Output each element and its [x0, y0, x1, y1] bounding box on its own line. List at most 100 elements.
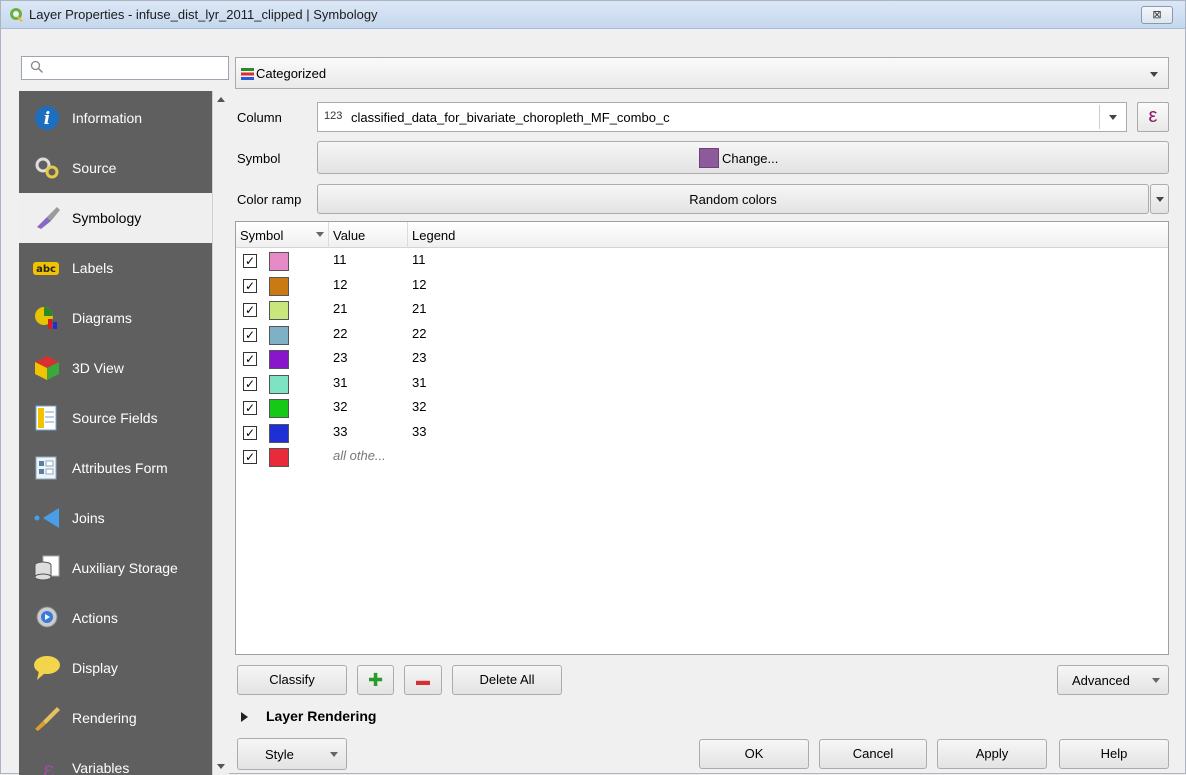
sidebar-item-label: Rendering: [72, 710, 137, 726]
table-row[interactable]: ✓ 22 22: [236, 323, 1168, 348]
renderer-type-value: Categorized: [256, 66, 327, 81]
sidebar-item-information[interactable]: i Information: [19, 93, 212, 143]
row-legend[interactable]: 11: [412, 252, 426, 267]
row-checkbox[interactable]: ✓: [243, 278, 257, 293]
row-symbol-swatch[interactable]: [269, 350, 289, 369]
labels-icon: abc: [33, 262, 59, 275]
delete-category-button[interactable]: ▬: [404, 665, 442, 695]
layer-rendering-toggle[interactable]: Layer Rendering: [266, 708, 376, 724]
header-symbol[interactable]: Symbol: [240, 228, 283, 243]
row-checkbox[interactable]: ✓: [243, 327, 257, 342]
table-row[interactable]: ✓ 21 21: [236, 298, 1168, 323]
table-row[interactable]: ✓ 31 31: [236, 372, 1168, 397]
row-checkbox[interactable]: ✓: [243, 425, 257, 440]
row-symbol-swatch[interactable]: [269, 374, 289, 394]
expression-button[interactable]: ε: [1137, 102, 1169, 132]
search-input[interactable]: [21, 56, 229, 80]
row-value[interactable]: 33: [333, 424, 347, 439]
sidebar-item-label: 3D View: [72, 360, 124, 376]
row-legend[interactable]: 23: [412, 350, 426, 365]
style-button[interactable]: Style: [237, 738, 347, 770]
row-symbol-swatch[interactable]: [269, 301, 289, 320]
header-legend[interactable]: Legend: [412, 228, 455, 243]
close-button[interactable]: ⊠: [1141, 6, 1173, 24]
sidebar-item-symbology[interactable]: Symbology: [19, 193, 212, 243]
row-checkbox[interactable]: ✓: [243, 376, 257, 391]
header-value[interactable]: Value: [333, 228, 365, 243]
color-ramp-dropdown[interactable]: [1150, 184, 1169, 214]
table-row[interactable]: ✓ 32 32: [236, 396, 1168, 421]
row-symbol-swatch[interactable]: [269, 448, 289, 467]
row-symbol-swatch[interactable]: [269, 252, 289, 271]
row-value[interactable]: all othe...: [333, 448, 386, 463]
sidebar-item-labels[interactable]: abc Labels: [19, 243, 212, 293]
add-category-button[interactable]: ✚: [357, 665, 394, 695]
sidebar-item-attributes-form[interactable]: Attributes Form: [19, 443, 212, 493]
row-legend[interactable]: 32: [412, 399, 426, 414]
row-symbol-swatch[interactable]: [269, 276, 289, 296]
source-icon: [35, 157, 59, 179]
sidebar-item-diagrams[interactable]: Diagrams: [19, 293, 212, 343]
row-value[interactable]: 22: [333, 326, 347, 341]
table-header: Symbol Value Legend: [236, 222, 1168, 248]
sidebar-item-joins[interactable]: Joins: [19, 493, 212, 543]
column-select[interactable]: 123 classified_data_for_bivariate_chorop…: [317, 102, 1127, 132]
cancel-button[interactable]: Cancel: [819, 739, 927, 769]
help-button[interactable]: Help: [1059, 739, 1169, 769]
row-value[interactable]: 23: [333, 350, 347, 365]
row-legend[interactable]: 21: [412, 301, 426, 316]
sidebar-scrollbar[interactable]: [212, 91, 229, 775]
row-value[interactable]: 31: [333, 375, 347, 390]
color-ramp-button[interactable]: Random colors: [317, 184, 1149, 214]
row-checkbox[interactable]: ✓: [243, 303, 257, 317]
table-row[interactable]: ✓ 12 12: [236, 274, 1168, 299]
sidebar-item-label: Source: [72, 160, 117, 176]
variables-icon: ε: [43, 758, 54, 775]
sidebar-item-3d-view[interactable]: 3D View: [19, 343, 212, 393]
expand-arrow-icon[interactable]: [241, 712, 248, 722]
delete-all-button[interactable]: Delete All: [452, 665, 562, 695]
row-legend[interactable]: 33: [412, 424, 426, 439]
row-checkbox[interactable]: ✓: [243, 401, 257, 415]
sidebar-item-source-fields[interactable]: Source Fields: [19, 393, 212, 443]
column-value: classified_data_for_bivariate_choropleth…: [351, 110, 670, 125]
sidebar-item-auxiliary-storage[interactable]: Auxiliary Storage: [19, 543, 212, 593]
table-row[interactable]: ✓ 23 23: [236, 347, 1168, 372]
row-checkbox[interactable]: ✓: [243, 254, 257, 268]
table-row[interactable]: ✓ 33 33: [236, 421, 1168, 446]
apply-button[interactable]: Apply: [937, 739, 1047, 769]
advanced-button[interactable]: Advanced: [1057, 665, 1169, 695]
table-row[interactable]: ✓ all othe...: [236, 445, 1168, 470]
sidebar-item-variables[interactable]: ε Variables: [19, 743, 212, 775]
row-symbol-swatch[interactable]: [269, 423, 289, 443]
scroll-up-icon[interactable]: [217, 97, 225, 102]
sidebar-item-display[interactable]: Display: [19, 643, 212, 693]
epsilon-icon: ε: [1148, 105, 1158, 127]
row-value[interactable]: 21: [333, 301, 347, 316]
sidebar-item-rendering[interactable]: Rendering: [19, 693, 212, 743]
row-symbol-swatch[interactable]: [269, 325, 289, 345]
color-ramp-label: Color ramp: [237, 192, 302, 207]
qgis-logo-icon: [10, 8, 23, 22]
row-checkbox[interactable]: ✓: [243, 352, 257, 366]
classify-button[interactable]: Classify: [237, 665, 347, 695]
chevron-down-icon: [1152, 678, 1160, 683]
row-value[interactable]: 32: [333, 399, 347, 414]
row-legend[interactable]: 12: [412, 277, 426, 292]
row-checkbox[interactable]: ✓: [243, 450, 257, 464]
table-row[interactable]: ✓ 11 11: [236, 249, 1168, 274]
ok-button[interactable]: OK: [699, 739, 809, 769]
categories-table: Symbol Value Legend ✓ 11 11 ✓ 12 12 ✓ 21 21 ✓ 22 22…: [235, 221, 1169, 655]
row-legend[interactable]: 31: [412, 375, 426, 390]
renderer-type-select[interactable]: Categorized: [235, 57, 1169, 89]
row-legend[interactable]: 22: [412, 326, 426, 341]
row-symbol-swatch[interactable]: [269, 399, 289, 418]
divider: [328, 222, 329, 248]
scroll-down-icon[interactable]: [217, 764, 225, 769]
row-value[interactable]: 11: [333, 252, 347, 267]
joins-icon: [34, 508, 59, 528]
sidebar-item-actions[interactable]: Actions: [19, 593, 212, 643]
sidebar-item-source[interactable]: Source: [19, 143, 212, 193]
symbol-change-button[interactable]: Change...: [317, 141, 1169, 174]
row-value[interactable]: 12: [333, 277, 347, 292]
